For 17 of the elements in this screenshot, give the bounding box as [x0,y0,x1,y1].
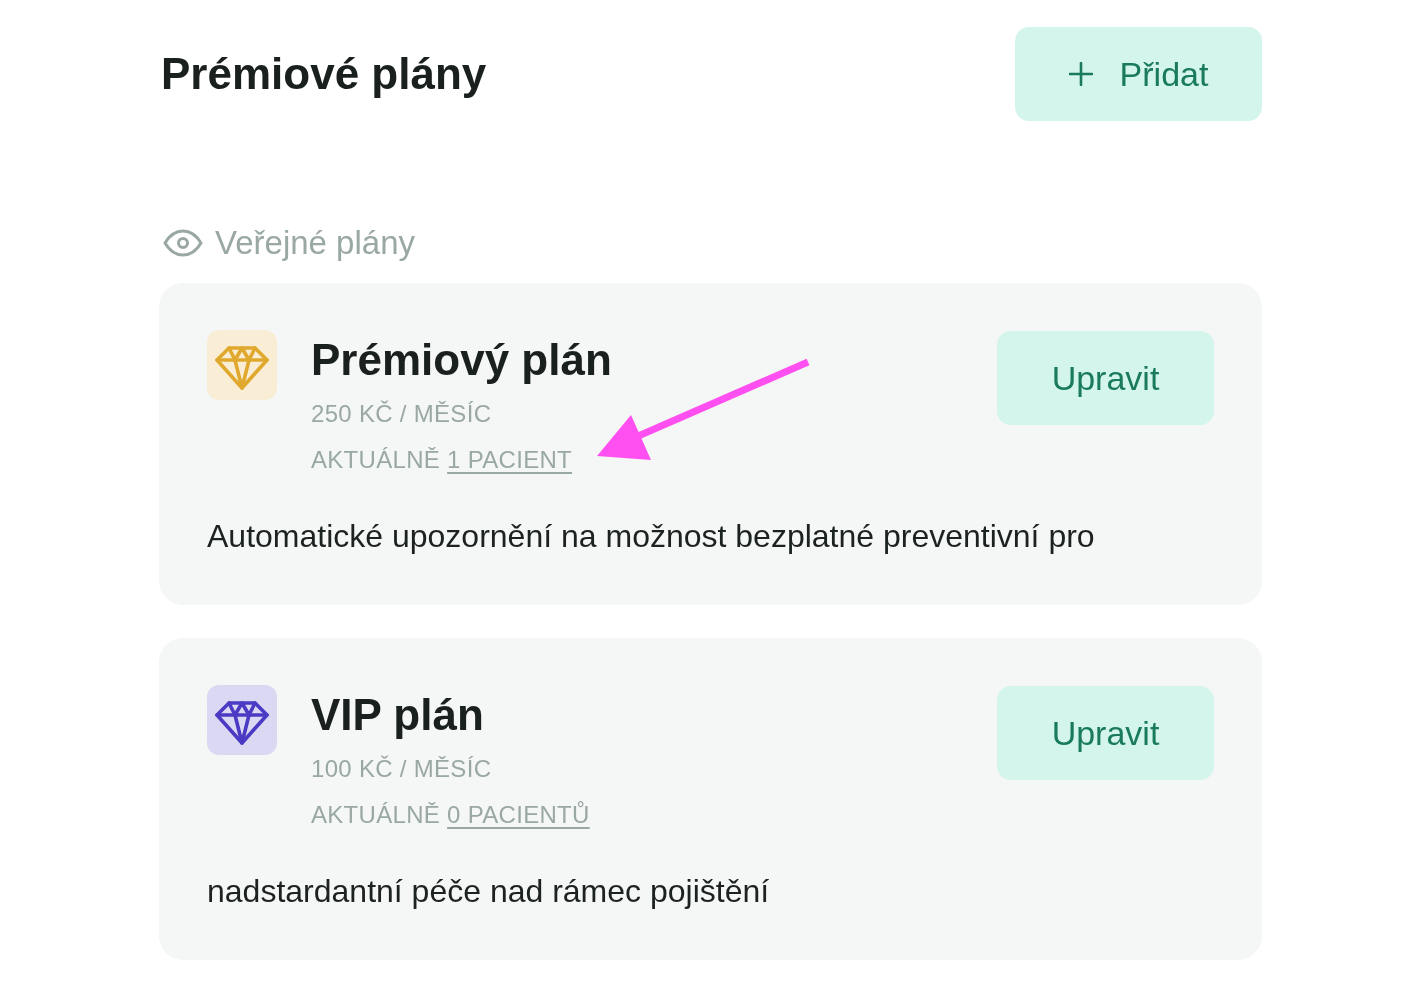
edit-button[interactable]: Upravit [997,686,1214,780]
patients-link[interactable]: 1 PACIENT [447,445,573,475]
edit-button[interactable]: Upravit [997,331,1214,425]
plan-price: 100 KČ / MĚSÍC [311,754,493,784]
plan-price: 250 KČ / MĚSÍC [311,399,493,429]
eye-icon [163,229,203,257]
plan-description: Automatické upozornění na možnost bezplatné preventivní pro [207,517,1096,556]
patients-label: AKTUÁLNĚ [311,800,441,830]
plan-name: VIP plán [311,689,485,741]
add-button[interactable]: Přidat [1015,27,1262,121]
plan-description: nadstardantní péče nad rámec pojištění [207,872,771,911]
page-title: Prémiové plány [161,48,487,100]
patients-link[interactable]: 0 PACIENTŮ [447,800,590,830]
plan-name: Prémiový plán [311,334,612,386]
patients-label: AKTUÁLNĚ [311,445,441,475]
plus-icon [1068,62,1093,86]
section-heading: Veřejné plány [215,223,415,263]
